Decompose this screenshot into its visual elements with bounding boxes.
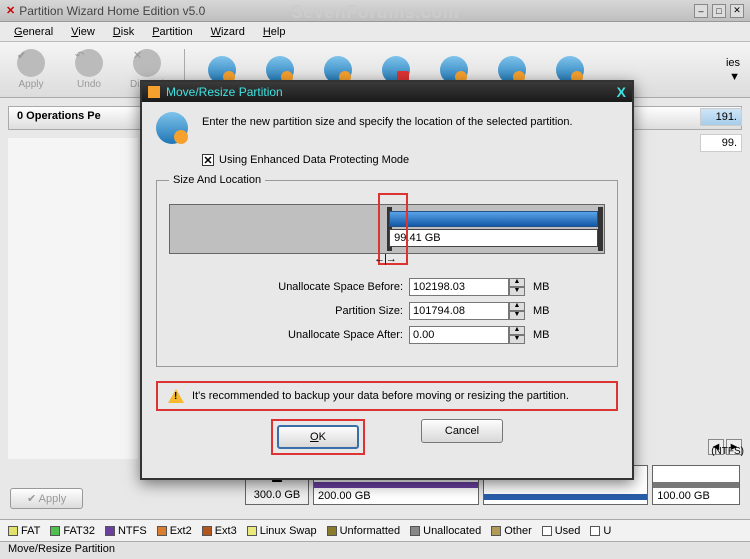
legend-other: Other [491,525,532,537]
apply-bar: ✔ Apply [10,488,83,509]
legend-fat: FAT [8,525,40,537]
menu-help[interactable]: Help [255,24,294,40]
apply-button[interactable]: ✔ Apply [10,488,83,509]
check-icon: ✔ [17,49,45,77]
toolbar-apply[interactable]: ✔ Apply [10,49,52,90]
toolbar-undo-label: Undo [77,79,101,90]
right-column: 191. 99. [700,108,742,152]
spin-down-icon[interactable]: ▼ [509,335,525,344]
spin-down-icon[interactable]: ▼ [509,311,525,320]
right-cell-2: 99. [700,134,742,152]
label-space-after: Unallocate Space After: [169,329,409,341]
size-location-group: Size And Location 99.41 GB ←|→ Unallocat… [156,174,618,367]
menu-disk[interactable]: Disk [105,24,142,40]
input-space-before[interactable] [409,278,509,296]
unallocated-before-visual [170,205,387,253]
maximize-button[interactable]: □ [712,4,726,18]
warning-box: It's recommended to backup your data bef… [156,381,618,411]
enhanced-mode-checkbox[interactable]: ✕ [202,154,214,166]
menu-view[interactable]: View [63,24,103,40]
dialog-title: Move/Resize Partition [166,85,283,99]
unit-mb: MB [533,281,550,293]
window-titlebar: ✕ Partition Wizard Home Edition v5.0 – □… [0,0,750,22]
warning-icon [168,389,184,403]
legend-unformatted: Unformatted [327,525,401,537]
unit-mb: MB [533,329,550,341]
legend-ntfs: NTFS [105,525,147,537]
ok-button[interactable]: OK [277,425,359,449]
right-cell-1: 191. [700,108,742,126]
group-legend: Size And Location [169,174,265,186]
input-space-after[interactable] [409,326,509,344]
cancel-button[interactable]: Cancel [421,419,503,443]
enhanced-mode-label: Using Enhanced Data Protecting Mode [219,154,409,166]
legend-ext2: Ext2 [157,525,192,537]
spin-down-icon[interactable]: ▼ [509,287,525,296]
dialog-icon [148,86,160,98]
dialog-close-icon[interactable]: X [617,84,626,100]
resize-icon [156,112,188,144]
spin-up-icon[interactable]: ▲ [509,302,525,311]
legend-fat32: FAT32 [50,525,95,537]
spin-up-icon[interactable]: ▲ [509,326,525,335]
partition-free-bar: 99.41 GB [389,229,598,247]
ok-highlight: OK [271,419,365,455]
dialog-intro: Enter the new partition size and specify… [202,112,573,128]
undo-icon: ↶ [75,49,103,77]
discard-icon: ✕ [133,49,161,77]
partition-chunk-1-size: 200.00 GB [318,490,474,502]
unit-mb: MB [533,305,550,317]
menu-partition[interactable]: Partition [144,24,200,40]
partition-chunk-3[interactable]: 100.00 GB [652,465,740,505]
move-cursor-icon: ←|→ [374,253,396,265]
close-button[interactable]: ✕ [730,4,744,18]
dialog-titlebar: Move/Resize Partition X [142,82,632,102]
menubar: General View Disk Partition Wizard Help [0,22,750,42]
move-resize-dialog: Move/Resize Partition X Enter the new pa… [140,80,634,480]
window-title: Partition Wizard Home Edition v5.0 [19,4,694,18]
resize-handle-right[interactable] [598,207,603,251]
disk1-size: 300.0 GB [254,489,300,501]
side-panel [8,138,138,459]
app-icon: ✕ [6,4,15,17]
menu-wizard[interactable]: Wizard [203,24,253,40]
legend-bar: FAT FAT32 NTFS Ext2 Ext3 Linux Swap Unfo… [0,519,750,541]
status-bar: Move/Resize Partition [0,541,750,559]
legend-unallocated: Unallocated [410,525,481,537]
partition-used-bar [389,211,598,227]
legend-ext3: Ext3 [202,525,237,537]
partition-visual[interactable]: 99.41 GB ←|→ [169,204,605,254]
apply-button-label: Apply [39,493,67,505]
legend-u: U [590,525,611,537]
spin-up-icon[interactable]: ▲ [509,278,525,287]
partition-chunk-3-size: 100.00 GB [657,490,735,502]
minimize-button[interactable]: – [694,4,708,18]
menu-general[interactable]: General [6,24,61,40]
input-partition-size[interactable] [409,302,509,320]
toolbar-suffix: ies [726,57,740,69]
ntfs-hint: (NTFS) [711,446,744,457]
toolbar-dropdown-icon[interactable]: ▼ [729,71,740,83]
toolbar-apply-label: Apply [18,79,43,90]
legend-used: Used [542,525,581,537]
warning-text: It's recommended to backup your data bef… [192,390,569,402]
label-partition-size: Partition Size: [169,305,409,317]
label-space-before: Unallocate Space Before: [169,281,409,293]
legend-swap: Linux Swap [247,525,317,537]
toolbar-undo[interactable]: ↶ Undo [68,49,110,90]
